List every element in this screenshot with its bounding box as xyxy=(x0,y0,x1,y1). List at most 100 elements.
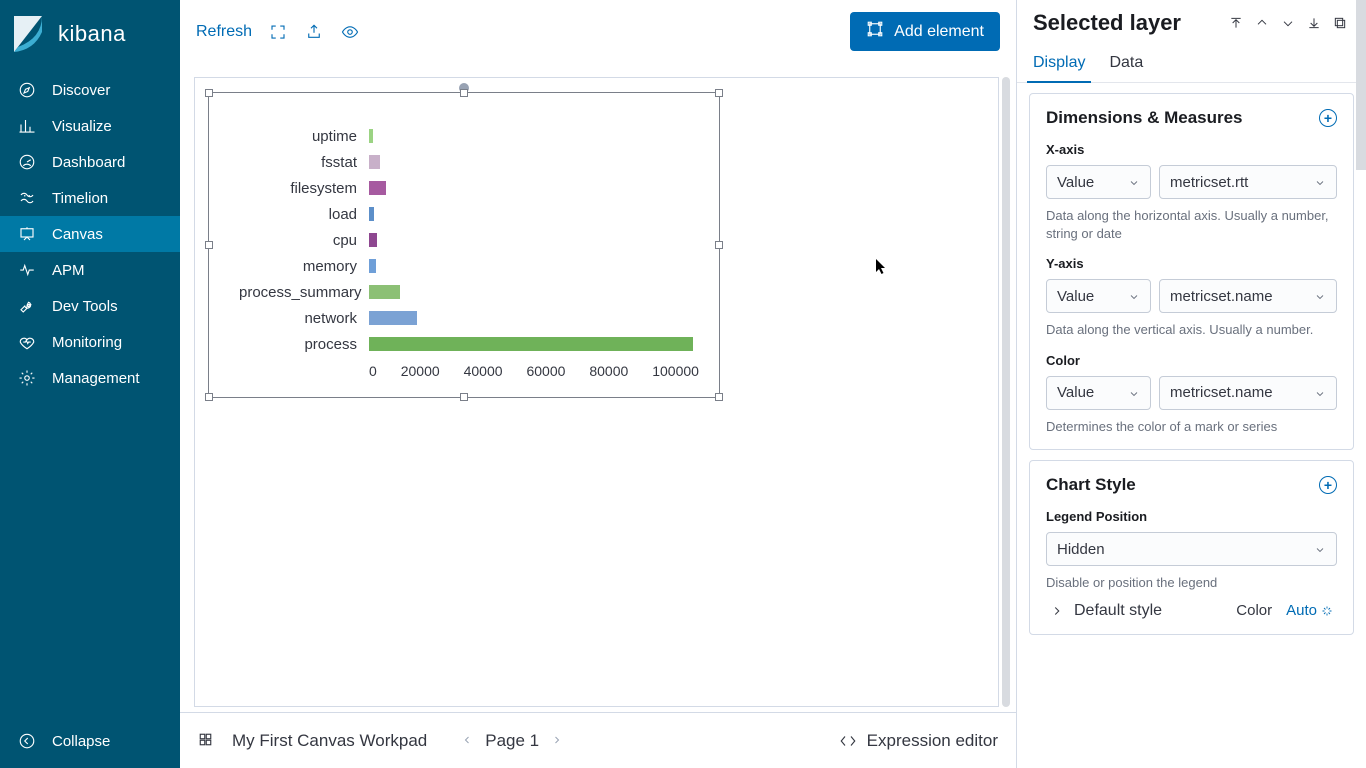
fullscreen-icon[interactable] xyxy=(268,22,288,42)
x-axis-label: X-axis xyxy=(1046,142,1337,157)
chart-bar-track xyxy=(369,129,699,143)
expression-editor-label: Expression editor xyxy=(867,731,998,751)
x-axis-field-select[interactable]: metricset.rtt xyxy=(1159,165,1337,199)
nav-item-dev-tools[interactable]: Dev Tools xyxy=(0,288,180,324)
nav-item-label: Monitoring xyxy=(52,334,122,351)
chart-axis-tick: 0 xyxy=(369,363,377,379)
dashboard-icon xyxy=(18,153,36,171)
canvas-workpad[interactable]: uptimefsstatfilesystemloadcpumemoryproce… xyxy=(194,77,999,707)
y-axis-mode-select[interactable]: Value xyxy=(1046,279,1151,313)
chart-category-label: load xyxy=(239,206,369,223)
resize-handle-n[interactable] xyxy=(460,89,468,97)
grid-icon[interactable] xyxy=(198,732,216,750)
nav-item-discover[interactable]: Discover xyxy=(0,72,180,108)
vertical-scrollbar[interactable] xyxy=(1002,77,1010,707)
refresh-link[interactable]: Refresh xyxy=(196,23,252,41)
chart-axis-tick: 60000 xyxy=(526,363,565,379)
chart-style-title: Chart Style xyxy=(1046,475,1136,495)
nav-item-dashboard[interactable]: Dashboard xyxy=(0,144,180,180)
card-dimensions: Dimensions & Measures + X-axis Value met… xyxy=(1029,93,1354,450)
nav-collapse-label: Collapse xyxy=(52,733,110,750)
timelion-icon xyxy=(18,189,36,207)
resize-handle-sw[interactable] xyxy=(205,393,213,401)
color-field-select[interactable]: metricset.name xyxy=(1159,376,1337,410)
expression-editor-button[interactable]: Expression editor xyxy=(839,731,998,751)
legend-position-select[interactable]: Hidden xyxy=(1046,532,1337,566)
workpad-title[interactable]: My First Canvas Workpad xyxy=(232,731,427,751)
card-chart-style: Chart Style + Legend Position Hidden Dis… xyxy=(1029,460,1354,635)
add-dimension-button[interactable]: + xyxy=(1319,109,1337,127)
side-nav: kibana DiscoverVisualizeDashboardTimelio… xyxy=(0,0,180,768)
nav-item-label: Canvas xyxy=(52,226,103,243)
y-axis-label: Y-axis xyxy=(1046,256,1337,271)
chart-category-label: cpu xyxy=(239,232,369,249)
chart-bar xyxy=(369,129,373,143)
chart-category-label: network xyxy=(239,310,369,327)
export-icon[interactable] xyxy=(304,22,324,42)
nav-collapse[interactable]: Collapse xyxy=(0,718,180,768)
dimensions-title: Dimensions & Measures xyxy=(1046,108,1243,128)
y-axis-field-select[interactable]: metricset.name xyxy=(1159,279,1337,313)
nav-item-label: Timelion xyxy=(52,190,108,207)
footer: My First Canvas Workpad Page 1 Expressio… xyxy=(180,712,1016,768)
nav-item-label: Dashboard xyxy=(52,154,125,171)
nav-item-canvas[interactable]: Canvas xyxy=(0,216,180,252)
color-help: Determines the color of a mark or series xyxy=(1046,418,1337,436)
style-color-auto[interactable]: Auto xyxy=(1286,602,1333,619)
chart-bar xyxy=(369,285,400,299)
resize-handle-ne[interactable] xyxy=(715,89,723,97)
nav-item-label: APM xyxy=(52,262,85,279)
next-page-button[interactable] xyxy=(551,733,563,749)
layer-up-icon[interactable] xyxy=(1252,13,1272,33)
tab-display[interactable]: Display xyxy=(1033,46,1085,82)
apm-icon xyxy=(18,261,36,279)
monitoring-icon xyxy=(18,333,36,351)
x-axis-mode-select[interactable]: Value xyxy=(1046,165,1151,199)
nav-item-monitoring[interactable]: Monitoring xyxy=(0,324,180,360)
add-element-label: Add element xyxy=(894,23,984,41)
chevron-down-icon xyxy=(1128,387,1140,399)
selected-element[interactable]: uptimefsstatfilesystemloadcpumemoryproce… xyxy=(208,92,720,398)
color-field-value: metricset.name xyxy=(1170,384,1273,401)
duplicate-icon[interactable] xyxy=(1330,13,1350,33)
chart-bar xyxy=(369,233,377,247)
nav-item-management[interactable]: Management xyxy=(0,360,180,396)
resize-handle-nw[interactable] xyxy=(205,89,213,97)
chart-row: process xyxy=(239,331,719,357)
chevron-right-icon[interactable] xyxy=(1050,604,1064,618)
management-icon xyxy=(18,369,36,387)
default-style-row[interactable]: Default style xyxy=(1074,602,1162,620)
chart-category-label: process xyxy=(239,336,369,353)
add-style-button[interactable]: + xyxy=(1319,476,1337,494)
chart-row: cpu xyxy=(239,227,719,253)
chart-row: load xyxy=(239,201,719,227)
eye-icon[interactable] xyxy=(340,22,360,42)
nav-item-label: Visualize xyxy=(52,118,112,135)
chart-category-label: filesystem xyxy=(239,180,369,197)
nav-item-timelion[interactable]: Timelion xyxy=(0,180,180,216)
layer-to-top-icon[interactable] xyxy=(1226,13,1246,33)
style-color-auto-label: Auto xyxy=(1286,602,1317,619)
color-mode-select[interactable]: Value xyxy=(1046,376,1151,410)
tab-data[interactable]: Data xyxy=(1109,46,1143,82)
chart-row: network xyxy=(239,305,719,331)
add-element-button[interactable]: Add element xyxy=(850,12,1000,51)
chevron-down-icon xyxy=(1314,290,1326,302)
chart-bar xyxy=(369,155,380,169)
dev-tools-icon xyxy=(18,297,36,315)
visualize-icon xyxy=(18,117,36,135)
chart-row: process_summary xyxy=(239,279,719,305)
chevron-down-icon xyxy=(1314,543,1326,555)
prev-page-button[interactable] xyxy=(461,733,473,749)
y-axis-help: Data along the vertical axis. Usually a … xyxy=(1046,321,1337,339)
layer-to-bottom-icon[interactable] xyxy=(1304,13,1324,33)
chart-row: filesystem xyxy=(239,175,719,201)
nav-item-apm[interactable]: APM xyxy=(0,252,180,288)
chart-axis-tick: 100000 xyxy=(652,363,699,379)
panel-scrollbar[interactable] xyxy=(1356,0,1366,170)
page-label[interactable]: Page 1 xyxy=(485,731,539,751)
resize-handle-w[interactable] xyxy=(205,241,213,249)
horizontal-bar-chart: uptimefsstatfilesystemloadcpumemoryproce… xyxy=(239,123,719,403)
nav-item-visualize[interactable]: Visualize xyxy=(0,108,180,144)
layer-down-icon[interactable] xyxy=(1278,13,1298,33)
